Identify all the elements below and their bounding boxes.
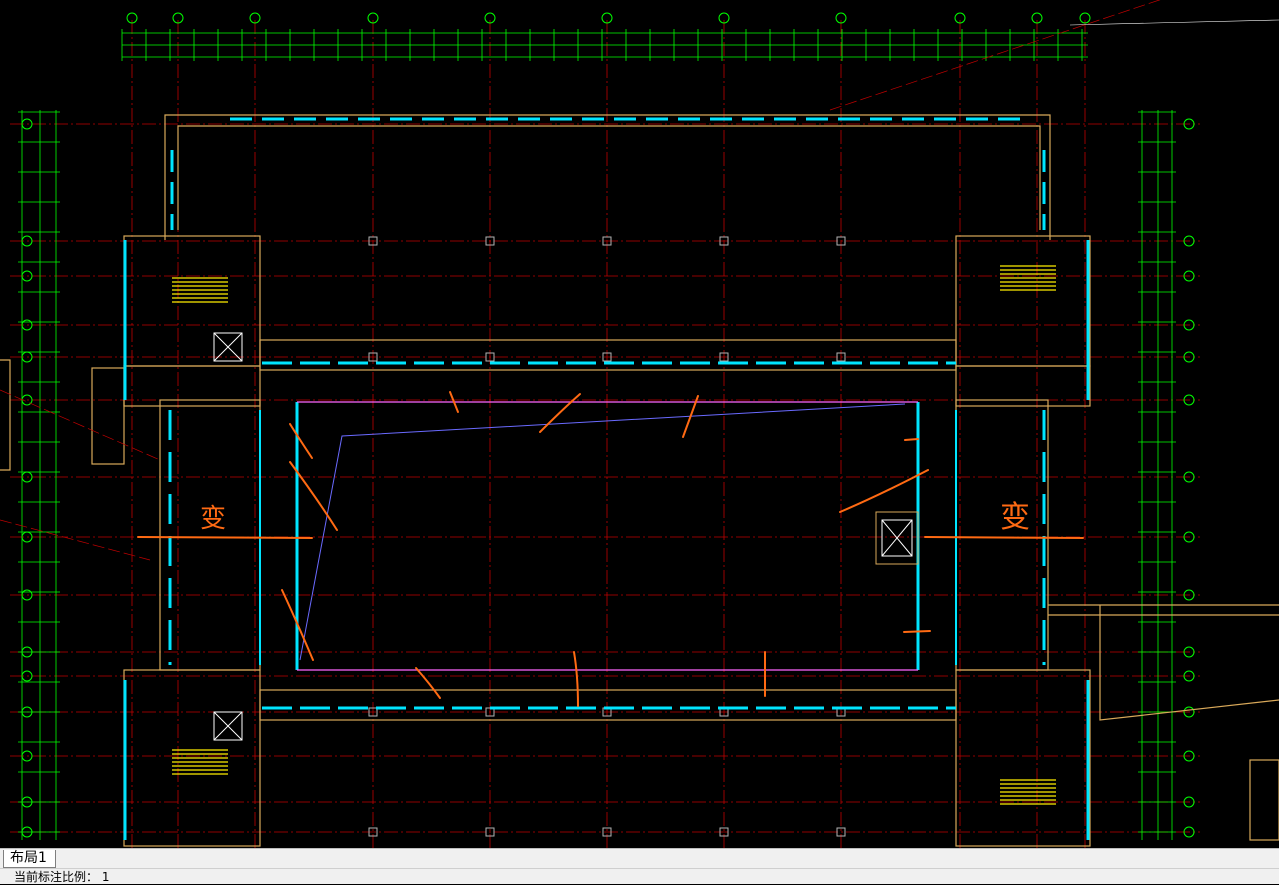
axis-bubbles — [21, 12, 1195, 838]
status-bar: 当前标注比例： 1 — [0, 868, 1279, 884]
walls-windows — [123, 117, 1090, 840]
stairs — [172, 265, 1056, 805]
floor-plan-drawing: 变 变 — [0, 0, 1279, 848]
markup-glyph-right: 变 — [1000, 500, 1030, 535]
redline-markups — [137, 391, 1084, 707]
annotation-scale-label: 当前标注比例： — [14, 870, 99, 884]
elevators — [213, 332, 919, 741]
markup-glyph-left: 变 — [200, 504, 226, 534]
drawing-canvas[interactable]: 变 变 — [0, 0, 1279, 848]
tab-layout-1[interactable]: 布局1 — [3, 850, 56, 868]
dimension-ticks — [18, 29, 1176, 833]
layout-tab-strip: 布局1 — [0, 848, 1279, 869]
axis-grid — [10, 20, 1200, 848]
annotation-scale-value: 1 — [101, 870, 110, 884]
courtyard-outline — [297, 401, 918, 671]
